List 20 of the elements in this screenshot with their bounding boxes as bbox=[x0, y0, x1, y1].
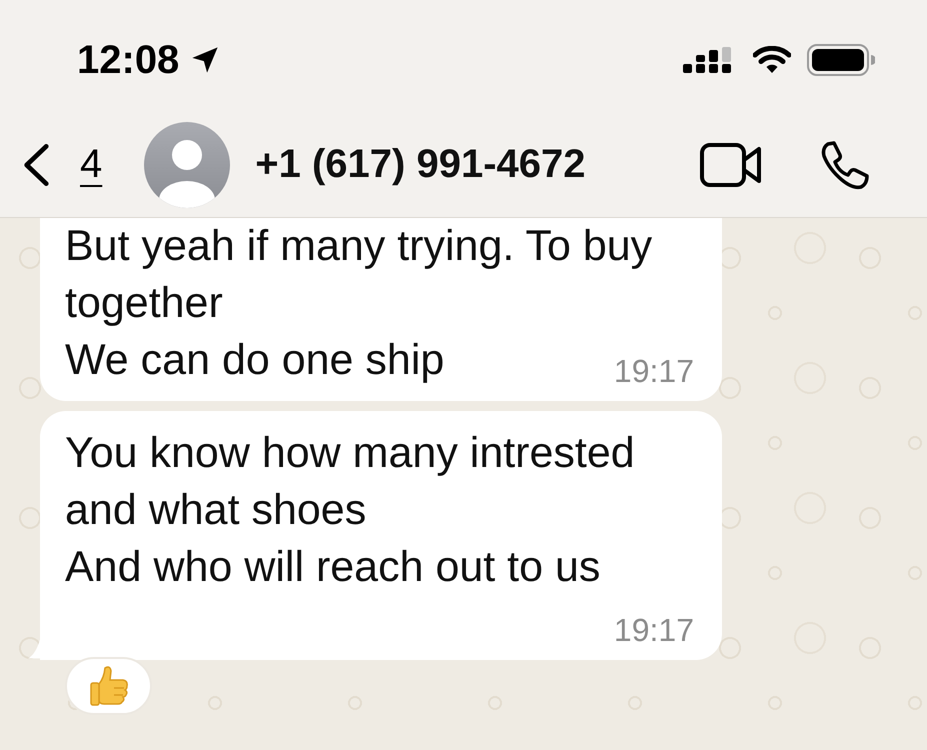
message-text: We can do one ship bbox=[65, 335, 444, 386]
voice-call-button[interactable] bbox=[820, 140, 870, 190]
thumbs-up-icon bbox=[88, 664, 128, 708]
video-call-button[interactable] bbox=[700, 142, 762, 186]
contact-name[interactable]: +1 (617) 991-4672 bbox=[255, 142, 586, 187]
status-time: 12:08 bbox=[77, 38, 180, 82]
chevron-left-icon bbox=[22, 142, 50, 186]
wifi-icon bbox=[753, 46, 791, 74]
phone-icon bbox=[820, 140, 870, 190]
battery-icon bbox=[807, 44, 875, 76]
message-text: You know how many intrested and what shoes bbox=[65, 428, 636, 536]
location-arrow-icon bbox=[191, 46, 220, 74]
message-text: But yeah if many trying. To buy together bbox=[65, 221, 654, 329]
back-button[interactable]: 4 bbox=[22, 142, 102, 187]
avatar-icon[interactable] bbox=[144, 122, 230, 208]
message-time: 19:17 bbox=[614, 612, 694, 648]
signal-icon bbox=[683, 47, 733, 73]
video-camera-icon bbox=[700, 142, 762, 186]
message-text: And who will reach out to us bbox=[65, 542, 600, 593]
message-time: 19:17 bbox=[614, 353, 694, 389]
